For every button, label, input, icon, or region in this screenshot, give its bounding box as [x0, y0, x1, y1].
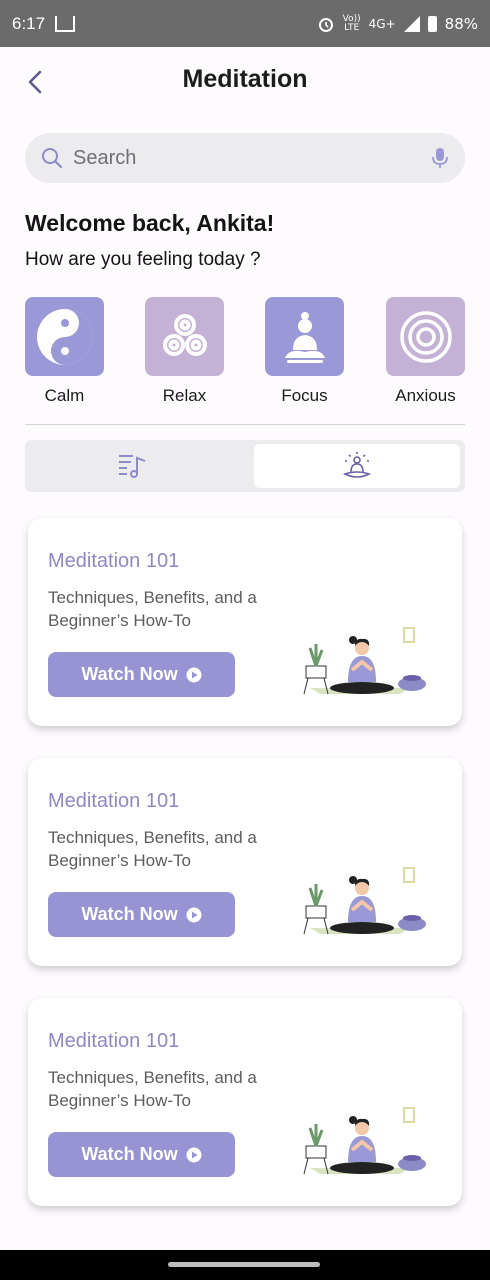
- card-description: Techniques, Benefits, and a Beginner’s H…: [48, 828, 257, 870]
- card-description: Techniques, Benefits, and a Beginner’s H…: [48, 1068, 257, 1110]
- watch-now-button[interactable]: Watch Now: [48, 1132, 235, 1177]
- lotus-meditation-icon: [342, 452, 372, 478]
- search-bar[interactable]: [25, 133, 465, 183]
- meditating-woman-illustration: [303, 1107, 426, 1175]
- card-description: Techniques, Benefits, and a Beginner’s H…: [48, 588, 257, 630]
- carrier-indicator: Vo)) LTE: [342, 13, 361, 33]
- meditating-woman-illustration: [303, 627, 426, 695]
- mood-label: Calm: [44, 386, 85, 405]
- mood-calm[interactable]: Calm: [25, 297, 104, 406]
- status-icons: Vo)) LTE 4G+ 88%: [317, 13, 478, 33]
- buddha-icon: [284, 311, 325, 363]
- tab-meditation[interactable]: [254, 444, 460, 488]
- meditation-card[interactable]: Meditation 101 Techniques, Benefits, and…: [28, 518, 462, 726]
- yin-yang-icon: [36, 308, 93, 365]
- mood-anxious[interactable]: Anxious: [386, 297, 465, 406]
- play-circle-icon: [186, 1147, 202, 1162]
- mood-tile: [265, 297, 344, 376]
- welcome-heading: Welcome back, Ankita!: [25, 210, 275, 236]
- meditation-card[interactable]: Meditation 101 Techniques, Benefits, and…: [28, 758, 462, 966]
- app-header: Meditation: [0, 47, 490, 113]
- battery-percent: 88%: [444, 14, 478, 33]
- network-type: 4G+: [368, 16, 396, 31]
- mood-tile: [25, 297, 104, 376]
- card-title: Meditation 101: [48, 550, 180, 572]
- mood-label: Relax: [162, 386, 207, 405]
- mood-label: Focus: [281, 386, 328, 405]
- tab-music[interactable]: [29, 444, 235, 488]
- home-gesture-handle[interactable]: [168, 1262, 320, 1267]
- section-divider: [25, 424, 465, 425]
- play-circle-icon: [186, 907, 202, 922]
- mood-selector: Calm Relax Focus Anxious: [25, 297, 465, 407]
- content-type-tabs: [25, 440, 465, 492]
- alarm-icon: [318, 17, 333, 32]
- button-label: Watch Now: [81, 904, 178, 924]
- button-label: Watch Now: [81, 664, 178, 684]
- watch-now-button[interactable]: Watch Now: [48, 892, 235, 937]
- search-input[interactable]: [73, 146, 431, 170]
- mood-tile: [145, 297, 224, 376]
- mood-relax[interactable]: Relax: [145, 297, 224, 406]
- search-icon: [42, 148, 63, 169]
- watch-now-button[interactable]: Watch Now: [48, 652, 235, 697]
- card-title: Meditation 101: [48, 1030, 180, 1052]
- page-title: Meditation: [182, 65, 308, 93]
- gmail-icon: [55, 15, 76, 32]
- card-title: Meditation 101: [48, 790, 180, 812]
- mood-focus[interactable]: Focus: [265, 297, 344, 406]
- meditation-card[interactable]: Meditation 101 Techniques, Benefits, and…: [28, 998, 462, 1206]
- play-circle-icon: [186, 667, 202, 682]
- system-nav-bar: [0, 1250, 490, 1280]
- mic-icon[interactable]: [431, 146, 449, 170]
- signal-icon: [403, 15, 420, 32]
- spiral-icon: [399, 310, 452, 363]
- meditating-woman-illustration: [303, 867, 426, 935]
- mood-tile: [386, 297, 465, 376]
- feeling-question: How are you feeling today ?: [25, 249, 261, 270]
- battery-icon: [427, 15, 437, 32]
- music-list-icon: [119, 455, 146, 478]
- status-bar: 6:17 Vo)) LTE 4G+ 88%: [0, 0, 490, 47]
- mood-label: Anxious: [395, 386, 456, 405]
- button-label: Watch Now: [81, 1144, 178, 1164]
- status-time: 6:17: [12, 13, 46, 33]
- triskelion-icon: [162, 313, 207, 356]
